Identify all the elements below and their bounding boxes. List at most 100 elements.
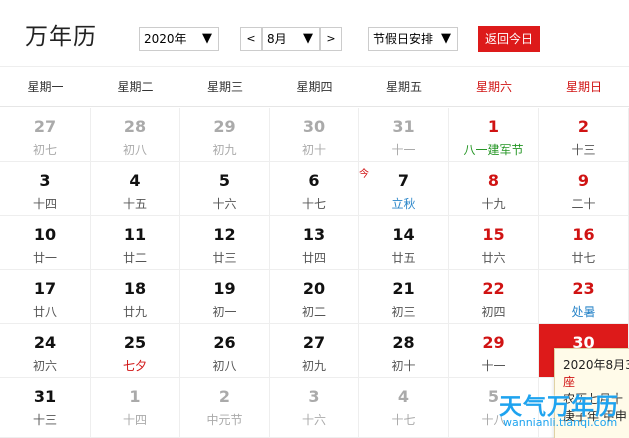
- solar-date: 28: [392, 333, 415, 352]
- day-cell[interactable]: 30 初十: [270, 108, 359, 162]
- page-title: 万年历: [25, 24, 97, 50]
- weekday-label: 星期二: [117, 80, 154, 94]
- day-cell[interactable]: 5 十六: [180, 162, 270, 216]
- lunar-date: 初八: [122, 143, 147, 157]
- lunar-date: 廿六: [481, 251, 506, 265]
- solar-date: 27: [33, 117, 57, 136]
- lunar-date: 十一: [481, 359, 506, 373]
- lunar-date: 十三: [571, 143, 596, 157]
- lunar-date: 二十: [571, 197, 596, 211]
- solar-date: 24: [33, 333, 57, 352]
- day-cell[interactable]: 11 廿二: [91, 216, 180, 270]
- lunar-date: 初一: [212, 305, 237, 319]
- lunar-date: 廿七: [571, 251, 596, 265]
- lunar-date: 初六: [32, 359, 57, 373]
- day-cell[interactable]: 7 立秋: [359, 162, 449, 216]
- lunar-date: 十三: [32, 413, 57, 427]
- solar-date: 3: [39, 171, 51, 190]
- day-cell[interactable]: 3 十六: [270, 378, 359, 438]
- solar-date: 28: [123, 117, 147, 136]
- day-cell[interactable]: 28 初八: [91, 108, 180, 162]
- solar-date: 12: [213, 225, 236, 244]
- day-cell[interactable]: 12 廿三: [180, 216, 270, 270]
- day-cell[interactable]: 14 廿五: [359, 216, 449, 270]
- lunar-date: 初七: [32, 143, 57, 157]
- solar-date: 25: [123, 333, 147, 352]
- solar-date: 10: [33, 225, 57, 244]
- day-cell[interactable]: 26 初八: [180, 324, 270, 378]
- day-cell[interactable]: 22 初四: [449, 270, 539, 324]
- solar-date: 14: [392, 225, 415, 244]
- solar-date: 15: [482, 225, 505, 244]
- day-cell[interactable]: 15 廿六: [449, 216, 539, 270]
- day-cell[interactable]: 18 廿九: [91, 270, 180, 324]
- day-cell[interactable]: 31 十三: [0, 378, 91, 438]
- next-month-button[interactable]: >: [320, 27, 342, 51]
- day-cell[interactable]: 4 十七: [359, 378, 449, 438]
- day-cell[interactable]: 6 十七: [270, 162, 359, 216]
- solar-date: 31: [33, 387, 57, 406]
- solar-date: 4: [397, 387, 410, 406]
- weekday-label: 星期三: [206, 80, 243, 94]
- popup-date: 2020年8月30: [563, 358, 629, 372]
- lunar-date: 十四: [122, 413, 147, 427]
- lunar-date: 初八: [212, 359, 237, 373]
- solar-date: 29: [482, 333, 505, 352]
- day-cell[interactable]: 4 十五: [91, 162, 180, 216]
- chevron-down-icon: ▼: [441, 31, 451, 46]
- holiday-select[interactable]: 节假日安排 ▼: [368, 27, 458, 51]
- solar-date: 1: [487, 117, 500, 136]
- weekday-label: 星期四: [296, 80, 333, 94]
- back-to-today-button[interactable]: 返回今日: [478, 26, 540, 52]
- day-cell[interactable]: 13 廿四: [270, 216, 359, 270]
- lunar-date: 十七: [301, 197, 326, 211]
- day-cell[interactable]: 27 初九: [270, 324, 359, 378]
- solar-date: 11: [123, 225, 147, 244]
- solar-date: 18: [123, 279, 147, 298]
- holiday-select-value: 节假日安排: [373, 32, 434, 46]
- lunar-date: 中元节: [206, 413, 243, 427]
- day-cell[interactable]: 1 八一建军节: [449, 108, 539, 162]
- day-cell[interactable]: 29 初九: [180, 108, 270, 162]
- day-cell[interactable]: 1 十四: [91, 378, 180, 438]
- lunar-date: 十四: [32, 197, 57, 211]
- day-cell[interactable]: 19 初一: [180, 270, 270, 324]
- lunar-date: 十一: [391, 143, 416, 157]
- lunar-date: 处暑: [571, 305, 596, 319]
- month-select-value: 8月: [267, 32, 287, 46]
- year-select[interactable]: 2020年 ▼: [139, 27, 219, 51]
- solar-date: 7: [397, 171, 410, 190]
- lunar-date: 初九: [212, 143, 237, 157]
- day-cell[interactable]: 8 十九: [449, 162, 539, 216]
- day-cell[interactable]: 2 中元节: [180, 378, 270, 438]
- day-cell[interactable]: 29 十一: [449, 324, 539, 378]
- solar-date: 13: [302, 225, 326, 244]
- day-cell[interactable]: 20 初二: [270, 270, 359, 324]
- day-cell[interactable]: 3 十四: [0, 162, 91, 216]
- day-cell[interactable]: 17 廿八: [0, 270, 91, 324]
- solar-date: 17: [33, 279, 57, 298]
- solar-date: 16: [572, 225, 595, 244]
- solar-date: 20: [302, 279, 326, 298]
- solar-date: 31: [392, 117, 415, 136]
- month-select[interactable]: 8月 ▼: [262, 27, 320, 51]
- day-cell[interactable]: 16 廿七: [539, 216, 629, 270]
- weekday-label: 星期五: [385, 80, 422, 94]
- day-cell[interactable]: 23 处暑: [539, 270, 629, 324]
- solar-date: 9: [577, 171, 590, 190]
- day-cell[interactable]: 21 初三: [359, 270, 449, 324]
- day-cell[interactable]: 9 二十: [539, 162, 629, 216]
- solar-date: 6: [308, 171, 320, 190]
- solar-date: 3: [308, 387, 320, 406]
- day-cell[interactable]: 10 廿一: [0, 216, 91, 270]
- day-cell[interactable]: 27 初七: [0, 108, 91, 162]
- day-cell[interactable]: 24 初六: [0, 324, 91, 378]
- weekday-label: 星期六: [475, 80, 512, 94]
- year-select-value: 2020年: [144, 32, 187, 46]
- day-cell[interactable]: 31 十一: [359, 108, 449, 162]
- prev-month-button[interactable]: <: [240, 27, 262, 51]
- day-cell[interactable]: 2 十三: [539, 108, 629, 162]
- watermark-url: wannianli.tianqi.com: [503, 416, 618, 429]
- day-cell[interactable]: 25 七夕: [91, 324, 180, 378]
- day-cell[interactable]: 28 初十: [359, 324, 449, 378]
